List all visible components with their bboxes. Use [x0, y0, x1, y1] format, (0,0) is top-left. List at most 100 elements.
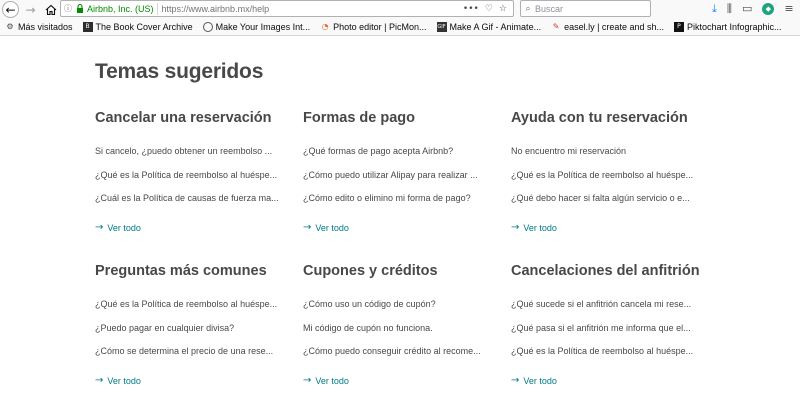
question-link[interactable]: ¿Puedo pagar en cualquier divisa?: [95, 322, 285, 346]
question-list: ¿Qué es la Política de reembolso al hués…: [95, 298, 285, 369]
forward-button[interactable]: →: [22, 1, 39, 18]
see-all-label: Ver todo: [107, 375, 141, 386]
see-all-label: Ver todo: [523, 375, 557, 386]
bookmark-label: Make A Gif - Animate...: [449, 21, 542, 32]
arrow-right-icon: →: [303, 222, 312, 233]
question-link[interactable]: Si cancelo, ¿puedo obtener un reembolso …: [95, 145, 285, 169]
info-icon[interactable]: ⓘ: [61, 3, 75, 14]
section-title: Preguntas más comunes: [95, 263, 267, 279]
question-list: Si cancelo, ¿puedo obtener un reembolso …: [95, 145, 285, 216]
bookmark-item[interactable]: ⚙ Más visitados: [0, 22, 78, 32]
question-link[interactable]: ¿Qué es la Política de reembolso al hués…: [511, 345, 701, 369]
gif-icon: GIF: [436, 21, 447, 32]
question-link[interactable]: No encuentro mi reservación: [511, 145, 701, 169]
question-link[interactable]: ¿Qué debo hacer si falta algún servicio …: [511, 192, 701, 216]
section-title: Cancelar una reservación: [95, 110, 272, 126]
arrow-right-icon: →: [95, 375, 104, 386]
gear-icon: ⚙: [6, 22, 14, 31]
question-link[interactable]: ¿Qué es la Política de reembolso al hués…: [95, 298, 285, 322]
bookmark-label: Piktochart Infographic...: [686, 21, 782, 32]
download-icon[interactable]: ⤓: [712, 2, 717, 16]
question-link[interactable]: ¿Qué pasa si el anfitrión me informa que…: [511, 322, 701, 346]
bookmark-item[interactable]: Make Your Images Int...: [198, 21, 316, 32]
easel-icon: ✎: [552, 22, 560, 31]
library-icon[interactable]: ⫼: [727, 2, 732, 16]
section-title: Formas de pago: [303, 110, 415, 126]
search-bar[interactable]: ⌕: [520, 0, 651, 17]
search-icon: ⌕: [525, 3, 531, 14]
question-link[interactable]: ¿Qué es la Política de reembolso al hués…: [511, 169, 701, 193]
browser-toolbar: ← → ⓘ Airbnb, Inc. (US) https://www.airb…: [0, 0, 800, 18]
pocket-icon[interactable]: ♡: [485, 4, 493, 14]
back-arrow-icon: ←: [5, 2, 16, 17]
question-link[interactable]: ¿Cómo puedo utilizar Alipay para realiza…: [303, 169, 493, 193]
section-title: Cancelaciones del anfitrión: [511, 263, 700, 279]
book-icon: B: [82, 21, 93, 32]
see-all-link[interactable]: → Ver todo: [511, 375, 701, 387]
see-all-label: Ver todo: [107, 222, 141, 233]
extension-icon[interactable]: ◆: [762, 2, 775, 15]
question-list: ¿Qué sucede si el anfitrión cancela mi r…: [511, 298, 701, 369]
arrow-right-icon: →: [511, 375, 520, 386]
menu-icon[interactable]: ≡: [784, 2, 793, 15]
url-bar[interactable]: ⓘ Airbnb, Inc. (US) https://www.airbnb.m…: [60, 0, 514, 17]
question-link[interactable]: ¿Qué sucede si el anfitrión cancela mi r…: [511, 298, 701, 322]
see-all-label: Ver todo: [315, 375, 349, 386]
bookmarks-bar: ⚙ Más visitados B The Book Cover Archive M…: [0, 18, 800, 36]
bookmark-item[interactable]: ◔ Photo editor | PicMon...: [315, 22, 431, 32]
section-title: Cupones y créditos: [303, 263, 438, 279]
topic-section-cancel-reservation: Cancelar una reservación Si cancelo, ¿pu…: [95, 109, 285, 234]
arrow-right-icon: →: [511, 222, 520, 233]
arrow-right-icon: →: [95, 222, 104, 233]
topic-section-host-cancellations: Cancelaciones del anfitrión ¿Qué sucede …: [511, 262, 701, 387]
globe-icon: [202, 21, 213, 32]
question-link[interactable]: ¿Cómo se determina el precio de una rese…: [95, 345, 285, 369]
bookmark-label: Make Your Images Int...: [215, 21, 311, 32]
question-link[interactable]: ¿Cuál es la Política de causas de fuerza…: [95, 192, 285, 216]
question-link[interactable]: Mi código de cupón no funciona.: [303, 322, 493, 346]
see-all-link[interactable]: → Ver todo: [95, 375, 285, 387]
see-all-link[interactable]: → Ver todo: [511, 222, 701, 234]
sidebar-icon[interactable]: ▭: [742, 2, 752, 15]
see-all-label: Ver todo: [315, 222, 349, 233]
topic-section-payment-methods: Formas de pago ¿Qué formas de pago acept…: [303, 109, 493, 234]
see-all-link[interactable]: → Ver todo: [303, 222, 493, 234]
home-icon: [45, 4, 56, 15]
see-all-link[interactable]: → Ver todo: [303, 375, 493, 387]
url-text[interactable]: https://www.airbnb.mx/help: [158, 4, 463, 14]
see-all-link[interactable]: → Ver todo: [95, 222, 285, 234]
arrow-right-icon: →: [303, 375, 312, 386]
topic-section-faq: Preguntas más comunes ¿Qué es la Polític…: [95, 262, 285, 387]
bookmark-star-icon[interactable]: ☆: [499, 4, 507, 14]
question-link[interactable]: ¿Cómo edito o elimino mi forma de pago?: [303, 192, 493, 216]
lock-icon[interactable]: [75, 4, 85, 13]
question-link[interactable]: ¿Qué formas de pago acepta Airbnb?: [303, 145, 493, 169]
question-link[interactable]: ¿Qué es la Política de reembolso al hués…: [95, 169, 285, 193]
question-list: ¿Qué formas de pago acepta Airbnb? ¿Cómo…: [303, 145, 493, 216]
question-link[interactable]: ¿Cómo uso un código de cupón?: [303, 298, 493, 322]
home-button[interactable]: [42, 1, 59, 18]
topic-section-reservation-help: Ayuda con tu reservación No encuentro mi…: [511, 109, 701, 234]
back-button[interactable]: ←: [2, 1, 19, 18]
bookmark-item[interactable]: GIF Make A Gif - Animate...: [432, 21, 547, 32]
question-list: No encuentro mi reservación ¿Qué es la P…: [511, 145, 701, 216]
section-title: Ayuda con tu reservación: [511, 110, 688, 126]
page-actions-icon[interactable]: •••: [463, 4, 479, 14]
bookmark-item[interactable]: ✎ easel.ly | create and sh...: [546, 22, 669, 32]
question-link[interactable]: ¿Cómo puedo conseguir crédito al recome.…: [303, 345, 493, 369]
bookmark-label: The Book Cover Archive: [95, 21, 193, 32]
page-title: Temas sugeridos: [95, 60, 264, 83]
topic-section-coupons-credits: Cupones y créditos ¿Cómo uso un código d…: [303, 262, 493, 387]
search-input[interactable]: [535, 3, 645, 14]
question-list: ¿Cómo uso un código de cupón? Mi código …: [303, 298, 493, 369]
site-identity[interactable]: Airbnb, Inc. (US): [85, 2, 158, 15]
bookmark-label: Photo editor | PicMon...: [333, 21, 427, 32]
forward-arrow-icon: →: [25, 2, 36, 17]
bookmark-item[interactable]: P Piktochart Infographic...: [669, 21, 787, 32]
piktochart-icon: P: [673, 21, 684, 32]
see-all-label: Ver todo: [523, 222, 557, 233]
bookmark-label: Más visitados: [18, 21, 73, 32]
bookmark-item[interactable]: B The Book Cover Archive: [78, 21, 198, 32]
picmonkey-icon: ◔: [321, 22, 329, 31]
bookmark-label: easel.ly | create and sh...: [564, 21, 664, 32]
